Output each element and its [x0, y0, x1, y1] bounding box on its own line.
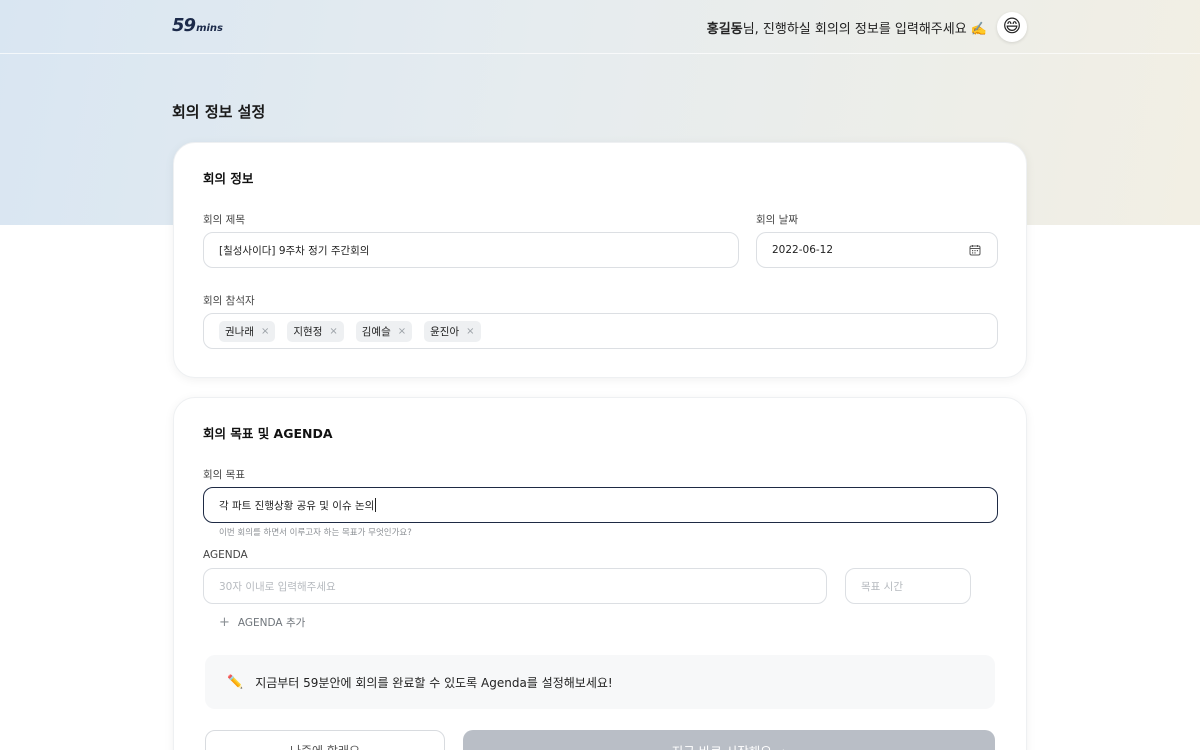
remove-chip-icon[interactable]: × — [398, 326, 406, 337]
goal-input[interactable]: 각 파트 진행상황 공유 및 이슈 논의 — [203, 487, 998, 523]
page-title: 회의 정보 설정 — [172, 103, 266, 121]
attendee-chip: 윤진아 × — [424, 320, 481, 342]
meeting-date-input[interactable]: 2022-06-12 — [756, 232, 998, 268]
attendee-name: 권나래 — [225, 325, 254, 338]
add-agenda-label: AGENDA 추가 — [237, 617, 306, 629]
remove-chip-icon[interactable]: × — [329, 326, 337, 337]
goal-value: 각 파트 진행상황 공유 및 이슈 논의 — [219, 499, 375, 512]
meeting-title-value: [칠성사이다] 9주차 정기 주간회의 — [219, 244, 370, 257]
agenda-label: AGENDA — [203, 549, 248, 561]
goal-agenda-title: 회의 목표 및 AGENDA — [203, 426, 333, 441]
meeting-title-input[interactable]: [칠성사이다] 9주차 정기 주간회의 — [203, 232, 739, 268]
meeting-date-label: 회의 날짜 — [756, 214, 798, 226]
time-placeholder: 목표 시간 — [861, 580, 903, 593]
app-logo[interactable]: 59 mins — [172, 15, 223, 36]
attendee-name: 김예슬 — [361, 325, 391, 338]
avatar[interactable]: 😄 — [997, 12, 1027, 42]
agenda-input[interactable]: 30자 이내로 입력해주세요 — [203, 568, 827, 604]
greeting-suffix: 님, 진행하실 회의의 정보를 입력해주세요 ✍️ — [742, 22, 987, 37]
remove-chip-icon[interactable]: × — [261, 326, 269, 337]
goal-agenda-card: 회의 목표 및 AGENDA 회의 목표 각 파트 진행상황 공유 및 이슈 논… — [173, 397, 1027, 750]
remove-chip-icon[interactable]: × — [466, 326, 474, 337]
notice-text: 지금부터 59분안에 회의를 완료할 수 있도록 Agenda를 설정해보세요! — [255, 675, 613, 690]
later-button[interactable]: 나중에 할래요 — [205, 730, 445, 750]
meeting-title-label: 회의 제목 — [203, 214, 245, 226]
user-name: 홍길동 — [706, 22, 743, 37]
attendees-input[interactable]: 권나래 × 지현정 × 김예슬 × 윤진아 × — [203, 313, 998, 349]
meeting-info-title: 회의 정보 — [203, 171, 254, 186]
text-caret — [375, 498, 377, 512]
agenda-time-input[interactable]: 목표 시간 — [845, 568, 971, 604]
agenda-placeholder: 30자 이내로 입력해주세요 — [219, 580, 336, 593]
agenda-notice: ✏️ 지금부터 59분안에 회의를 완료할 수 있도록 Agenda를 설정해보… — [205, 655, 995, 709]
pencil-icon: ✏️ — [227, 674, 244, 690]
logo-number: 59 — [172, 15, 196, 36]
goal-hint: 이번 회의를 하면서 이루고자 하는 목표가 무엇인가요? — [219, 528, 412, 538]
attendees-label: 회의 참석자 — [203, 295, 255, 307]
attendee-name: 윤진아 — [430, 325, 460, 338]
attendee-chip: 김예슬 × — [355, 320, 413, 342]
goal-label: 회의 목표 — [203, 469, 245, 481]
start-now-button[interactable]: 지금 바로 시작해요 → — [463, 730, 995, 750]
logo-mins: mins — [196, 23, 223, 34]
meeting-info-card: 회의 정보 회의 제목 [칠성사이다] 9주차 정기 주간회의 회의 날짜 20… — [173, 142, 1027, 378]
attendee-chip: 지현정 × — [287, 320, 344, 342]
plus-icon: + — [219, 615, 230, 630]
top-header: 59 mins 홍길동님, 진행하실 회의의 정보를 입력해주세요 ✍️ 😄 — [0, 0, 1200, 54]
calendar-icon[interactable] — [969, 244, 981, 256]
attendee-name: 지현정 — [293, 325, 323, 338]
greeting-text: 홍길동님, 진행하실 회의의 정보를 입력해주세요 ✍️ — [707, 18, 987, 37]
attendee-chip: 권나래 × — [219, 320, 276, 342]
add-agenda-button[interactable]: + AGENDA 추가 — [219, 615, 305, 630]
avatar-emoji-icon: 😄 — [1002, 16, 1022, 37]
meeting-date-value: 2022-06-12 — [772, 244, 834, 256]
